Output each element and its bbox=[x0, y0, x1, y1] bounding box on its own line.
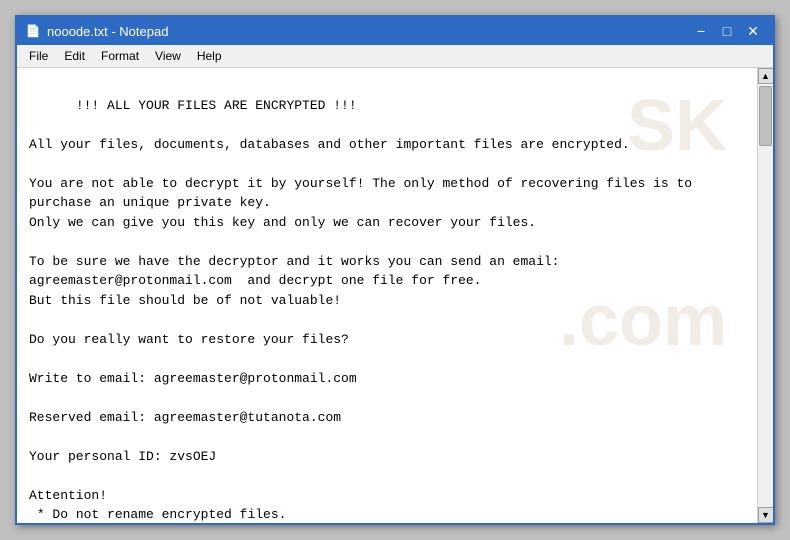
title-controls: − □ ✕ bbox=[689, 21, 765, 41]
close-button[interactable]: ✕ bbox=[741, 21, 765, 41]
scrollbar-track[interactable] bbox=[758, 84, 773, 507]
watermark: SK .com bbox=[559, 68, 727, 483]
content-area: !!! ALL YOUR FILES ARE ENCRYPTED !!! All… bbox=[17, 68, 773, 523]
menu-file[interactable]: File bbox=[21, 47, 56, 65]
scroll-up-button[interactable]: ▲ bbox=[758, 68, 774, 84]
scroll-down-button[interactable]: ▼ bbox=[758, 507, 774, 523]
watermark-line2: .com bbox=[559, 289, 727, 354]
window-title: nooode.txt - Notepad bbox=[47, 24, 168, 39]
scrollbar[interactable]: ▲ ▼ bbox=[757, 68, 773, 523]
menu-format[interactable]: Format bbox=[93, 47, 147, 65]
maximize-button[interactable]: □ bbox=[715, 21, 739, 41]
menu-bar: File Edit Format View Help bbox=[17, 45, 773, 68]
title-bar-left: 📄 nooode.txt - Notepad bbox=[25, 23, 168, 39]
app-icon: 📄 bbox=[25, 23, 41, 39]
menu-help[interactable]: Help bbox=[189, 47, 230, 65]
notepad-window: 📄 nooode.txt - Notepad − □ ✕ File Edit F… bbox=[15, 15, 775, 525]
text-editor[interactable]: !!! ALL YOUR FILES ARE ENCRYPTED !!! All… bbox=[17, 68, 757, 523]
title-bar: 📄 nooode.txt - Notepad − □ ✕ bbox=[17, 17, 773, 45]
menu-view[interactable]: View bbox=[147, 47, 189, 65]
minimize-button[interactable]: − bbox=[689, 21, 713, 41]
scrollbar-thumb[interactable] bbox=[759, 86, 772, 146]
menu-edit[interactable]: Edit bbox=[56, 47, 93, 65]
editor-content: !!! ALL YOUR FILES ARE ENCRYPTED !!! All… bbox=[29, 98, 731, 524]
